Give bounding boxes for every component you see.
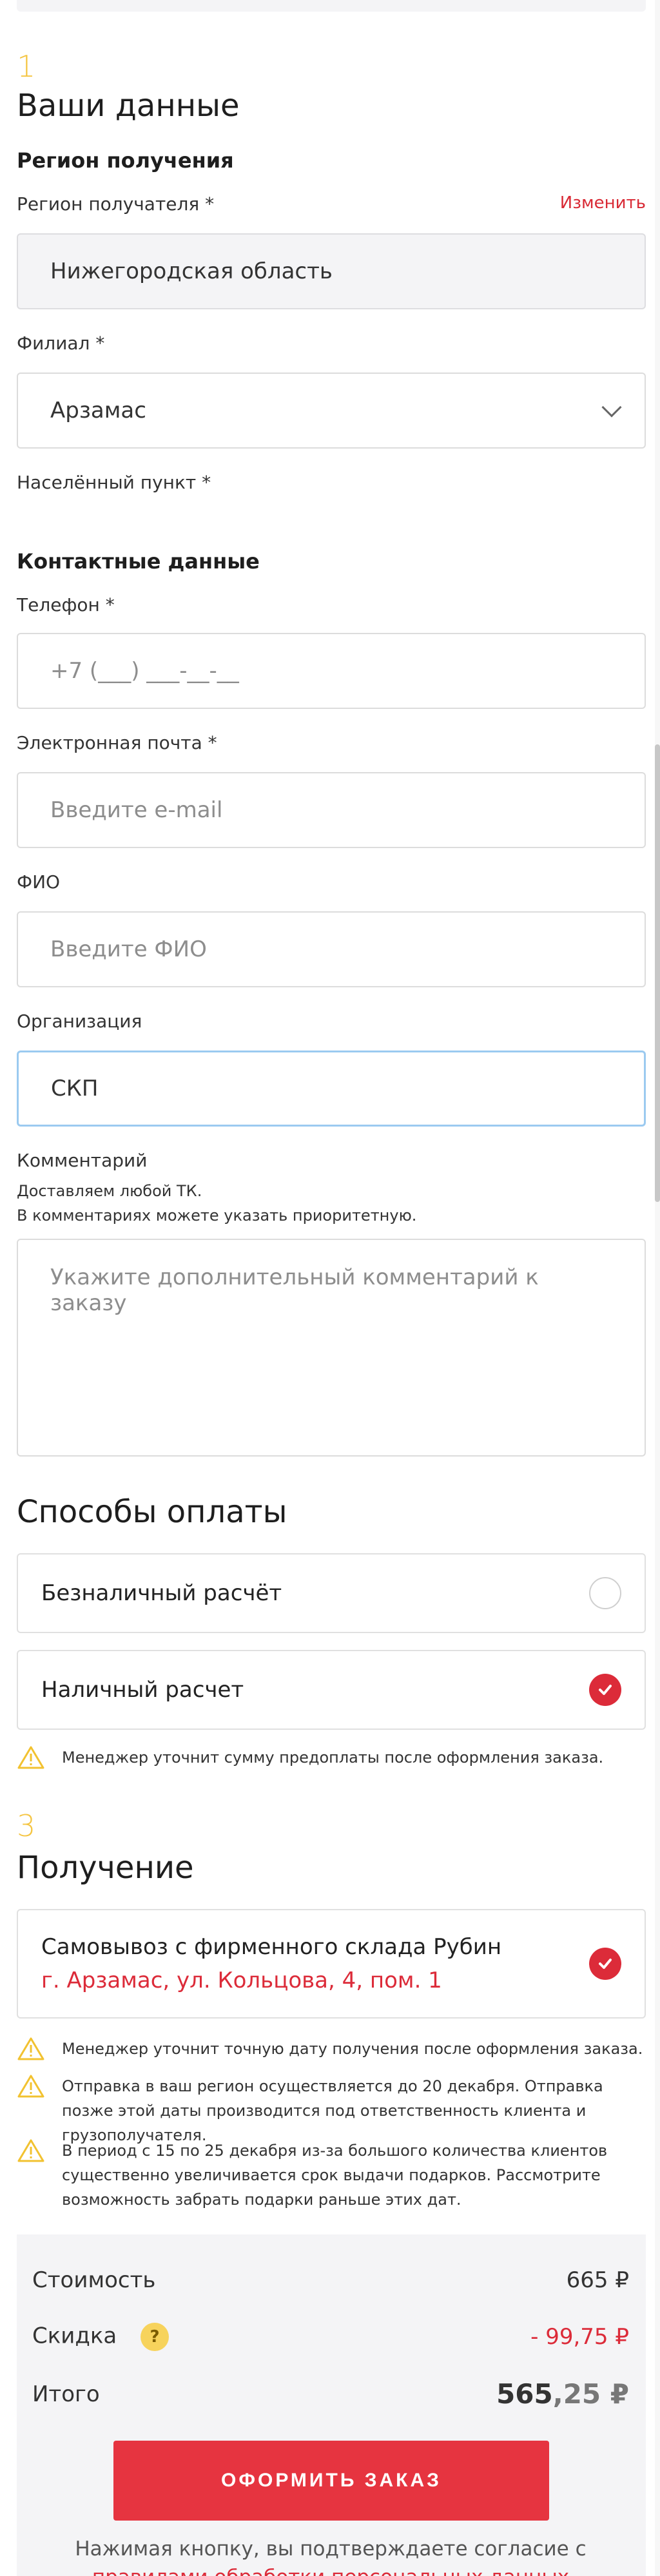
comment-label: Комментарий — [17, 1150, 148, 1171]
org-input[interactable] — [51, 1076, 618, 1101]
pickup-address: г. Арзамас, ул. Кольцова, 4, пом. 1 — [41, 1968, 442, 1993]
step-number-1: 1 — [17, 49, 36, 84]
branch-select[interactable]: Арзамас — [17, 373, 646, 449]
org-field[interactable] — [17, 1051, 646, 1127]
email-label: Электронная почта * — [17, 732, 217, 753]
name-field[interactable] — [17, 911, 646, 987]
pickup-option[interactable]: Самовывоз с фирменного склада Рубин г. А… — [17, 1909, 646, 2019]
scrollbar-track[interactable] — [655, 0, 660, 2576]
radio-checked-icon[interactable] — [589, 1948, 621, 1980]
pickup-title: Самовывоз с фирменного склада Рубин — [41, 1934, 502, 1960]
summary-discount-row: Скидка ? - 99,75 ₽ — [32, 2323, 629, 2351]
payment-option-label: Наличный расчет — [41, 1677, 244, 1703]
cost-label: Стоимость — [32, 2267, 156, 2293]
change-region-link[interactable]: Изменить — [560, 193, 646, 213]
cost-value: 665 ₽ — [566, 2267, 629, 2293]
warning-icon — [17, 2037, 45, 2068]
payment-option-cash[interactable]: Наличный расчет — [17, 1650, 646, 1730]
email-input[interactable] — [50, 797, 617, 823]
previous-section-bottom — [17, 0, 646, 12]
name-input[interactable] — [50, 936, 617, 962]
comment-field[interactable] — [17, 1239, 646, 1457]
warning-icon — [17, 1745, 45, 1777]
total-fraction: ,25 ₽ — [552, 2378, 629, 2410]
place-order-button[interactable]: ОФОРМИТЬ ЗАКАЗ — [113, 2441, 549, 2521]
step-title-your-data: Ваши данные — [17, 88, 240, 124]
email-field[interactable] — [17, 772, 646, 848]
pickup-note-text: Отправка в ваш регион осуществляется до … — [62, 2077, 603, 2144]
region-field: Нижегородская область — [17, 233, 646, 309]
summary-total-row: Итого 565,25 ₽ — [32, 2378, 629, 2410]
help-icon[interactable]: ? — [141, 2323, 170, 2351]
step-number-3: 3 — [17, 1808, 36, 1843]
discount-label: Скидка — [32, 2323, 117, 2349]
branch-label: Филиал * — [17, 333, 105, 354]
pickup-note-1: Менеджер уточнит точную дату получения п… — [17, 2037, 646, 2068]
region-value: Нижегородская область — [50, 258, 333, 284]
warning-icon — [17, 2074, 45, 2106]
warning-icon — [17, 2138, 45, 2170]
payment-option-cashless[interactable]: Безналичный расчёт — [17, 1553, 646, 1633]
pickup-note-text: Менеджер уточнит точную дату получения п… — [62, 2040, 643, 2058]
step-title-pickup: Получение — [17, 1850, 194, 1886]
comment-textarea[interactable] — [50, 1264, 617, 1426]
consent-prefix: Нажимая кнопку, вы подтверждаете согласи… — [75, 2537, 587, 2561]
org-label: Организация — [17, 1011, 142, 1032]
payment-option-label: Безналичный расчёт — [41, 1580, 282, 1606]
consent-text: Нажимая кнопку, вы подтверждаете согласи… — [32, 2535, 629, 2576]
scrollbar-thumb[interactable] — [655, 744, 660, 1202]
region-label: Регион получателя * — [17, 193, 215, 215]
comment-hint-1: Доставляем любой ТК. — [17, 1182, 202, 1200]
chevron-down-icon — [601, 397, 622, 418]
region-section-title: Регион получения — [17, 148, 234, 173]
phone-input[interactable] — [50, 658, 617, 684]
total-label: Итого — [32, 2381, 100, 2407]
comment-hint-2: В комментариях можете указать приоритетн… — [17, 1206, 417, 1225]
total-value: 565,25 ₽ — [496, 2378, 629, 2410]
branch-value: Арзамас — [50, 398, 146, 423]
payment-note-text: Менеджер уточнит сумму предоплаты после … — [62, 1748, 604, 1767]
payment-title: Способы оплаты — [17, 1494, 287, 1530]
phone-field[interactable] — [17, 633, 646, 709]
discount-value: - 99,75 ₽ — [530, 2324, 629, 2350]
pickup-text: Самовывоз с фирменного склада Рубин г. А… — [41, 1934, 501, 1993]
contacts-section-title: Контактные данные — [17, 549, 260, 574]
privacy-policy-link[interactable]: правилами обработки персональных данных — [92, 2566, 569, 2576]
radio-unchecked-icon[interactable] — [589, 1577, 621, 1609]
locality-label: Населённый пункт * — [17, 472, 211, 493]
name-label: ФИО — [17, 871, 61, 893]
pickup-note-text: В период с 15 по 25 декабря из-за большо… — [62, 2142, 608, 2209]
radio-checked-icon[interactable] — [589, 1674, 621, 1706]
pickup-note-2: Отправка в ваш регион осуществляется до … — [17, 2074, 646, 2147]
phone-label: Телефон * — [17, 594, 115, 615]
pickup-note-3: В период с 15 по 25 декабря из-за большо… — [17, 2138, 646, 2212]
summary-cost-row: Стоимость 665 ₽ — [32, 2267, 629, 2293]
payment-note: Менеджер уточнит сумму предоплаты после … — [17, 1745, 646, 1777]
total-integer: 565 — [496, 2378, 553, 2410]
